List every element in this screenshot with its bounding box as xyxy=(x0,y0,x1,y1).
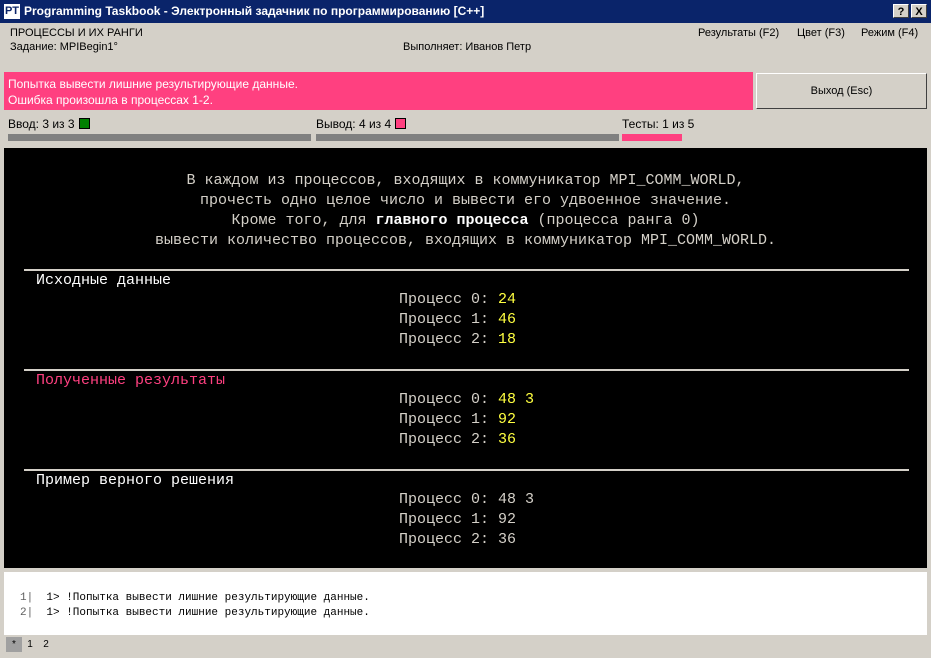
output-status-text: Вывод: 4 из 4 xyxy=(316,117,392,131)
result-row: Процесс 1: 92 xyxy=(399,411,516,428)
results-title: Полученные результаты xyxy=(36,372,226,389)
app-icon[interactable]: PT xyxy=(4,4,20,19)
input-row: Процесс 2: 18 xyxy=(399,331,516,348)
separator xyxy=(24,269,909,271)
process-value: 36 xyxy=(498,531,517,548)
log-line-number: 1| xyxy=(20,592,34,604)
task-group: ПРОЦЕССЫ И ИХ РАНГИ xyxy=(10,27,143,39)
input-row: Процесс 1: 46 xyxy=(399,311,516,328)
task-text-line-1: В каждом из процессов, входящих в коммун… xyxy=(186,172,745,189)
process-value: 46 xyxy=(498,311,517,328)
process-label: Процесс 1: xyxy=(399,511,499,528)
task-text-line-4: вывести количество процессов, входящих в… xyxy=(154,232,777,249)
process-value: 48 3 xyxy=(498,491,535,508)
process-label: Процесс 2: xyxy=(399,431,499,448)
input-status: Ввод: 3 из 3 xyxy=(8,117,90,131)
help-button[interactable]: ? xyxy=(893,4,909,18)
log-line-number: 2| xyxy=(20,607,34,619)
process-value: 24 xyxy=(498,291,517,308)
task-text-3a: Кроме того, для xyxy=(231,212,376,229)
debug-log[interactable]: 1| 1> !Попытка вывести лишние результиру… xyxy=(4,572,927,635)
window-title: Programming Taskbook - Электронный задач… xyxy=(24,4,485,18)
log-tab-2[interactable]: 2 xyxy=(38,637,54,652)
tests-status: Тесты: 1 из 5 xyxy=(622,117,695,131)
error-panel: Попытка вывести лишние результирующие да… xyxy=(4,72,753,110)
log-line: 2| 1> !Попытка вывести лишние результиру… xyxy=(20,607,370,619)
task-text-3-bold: главного процесса xyxy=(375,212,529,229)
results-button[interactable]: Результаты (F2) xyxy=(698,27,779,39)
error-line-1: Попытка вывести лишние результирующие да… xyxy=(8,77,298,91)
task-name: Задание: MPIBegin1° xyxy=(10,41,118,53)
separator xyxy=(24,469,909,471)
color-button[interactable]: Цвет (F3) xyxy=(797,27,845,39)
example-row: Процесс 0: 48 3 xyxy=(399,491,534,508)
tests-progress-bar xyxy=(622,134,682,141)
exit-button[interactable]: Выход (Esc) xyxy=(756,73,927,109)
input-status-text: Ввод: 3 из 3 xyxy=(8,117,75,131)
log-tab-1[interactable]: 1 xyxy=(22,637,38,652)
process-value: 36 xyxy=(498,431,517,448)
result-row: Процесс 0: 48 3 xyxy=(399,391,534,408)
log-line-text: 1> !Попытка вывести лишние результирующи… xyxy=(46,592,370,604)
log-tab-all[interactable]: * xyxy=(6,637,22,652)
process-label: Процесс 2: xyxy=(399,331,499,348)
task-console: В каждом из процессов, входящих в коммун… xyxy=(4,148,927,568)
process-label: Процесс 1: xyxy=(399,311,499,328)
performer: Выполняет: Иванов Петр xyxy=(403,41,532,53)
result-row: Процесс 2: 36 xyxy=(399,431,516,448)
input-data-title: Исходные данные xyxy=(36,272,172,289)
log-line-text: 1> !Попытка вывести лишние результирующи… xyxy=(46,607,370,619)
example-title: Пример верного решения xyxy=(36,472,235,489)
example-row: Процесс 1: 92 xyxy=(399,511,516,528)
process-label: Процесс 0: xyxy=(399,491,499,508)
example-row: Процесс 2: 36 xyxy=(399,531,516,548)
task-text-line-3: Кроме того, для главного процесса (проце… xyxy=(4,212,927,229)
input-ok-indicator xyxy=(78,118,90,129)
process-value: 18 xyxy=(498,331,517,348)
process-label: Процесс 0: xyxy=(399,291,499,308)
process-label: Процесс 0: xyxy=(399,391,499,408)
output-error-indicator xyxy=(395,118,407,129)
error-line-2: Ошибка произошла в процессах 1-2. xyxy=(8,93,213,107)
output-status: Вывод: 4 из 4 xyxy=(316,117,407,131)
input-progress-bar xyxy=(8,134,311,141)
separator xyxy=(24,369,909,371)
process-label: Процесс 1: xyxy=(399,411,499,428)
process-label: Процесс 2: xyxy=(399,531,499,548)
output-progress-bar xyxy=(316,134,619,141)
mode-button[interactable]: Режим (F4) xyxy=(861,27,918,39)
title-bar: PT Programming Taskbook - Электронный за… xyxy=(0,0,931,23)
log-line: 1| 1> !Попытка вывести лишние результиру… xyxy=(20,592,370,604)
task-text-3c: (процесса ранга 0) xyxy=(528,212,700,229)
process-value: 92 xyxy=(498,511,517,528)
process-value: 92 xyxy=(498,411,517,428)
input-row: Процесс 0: 24 xyxy=(399,291,516,308)
task-text-line-2: прочесть одно целое число и вывести его … xyxy=(199,192,732,209)
close-button[interactable]: X xyxy=(911,4,927,18)
process-value: 48 3 xyxy=(498,391,535,408)
